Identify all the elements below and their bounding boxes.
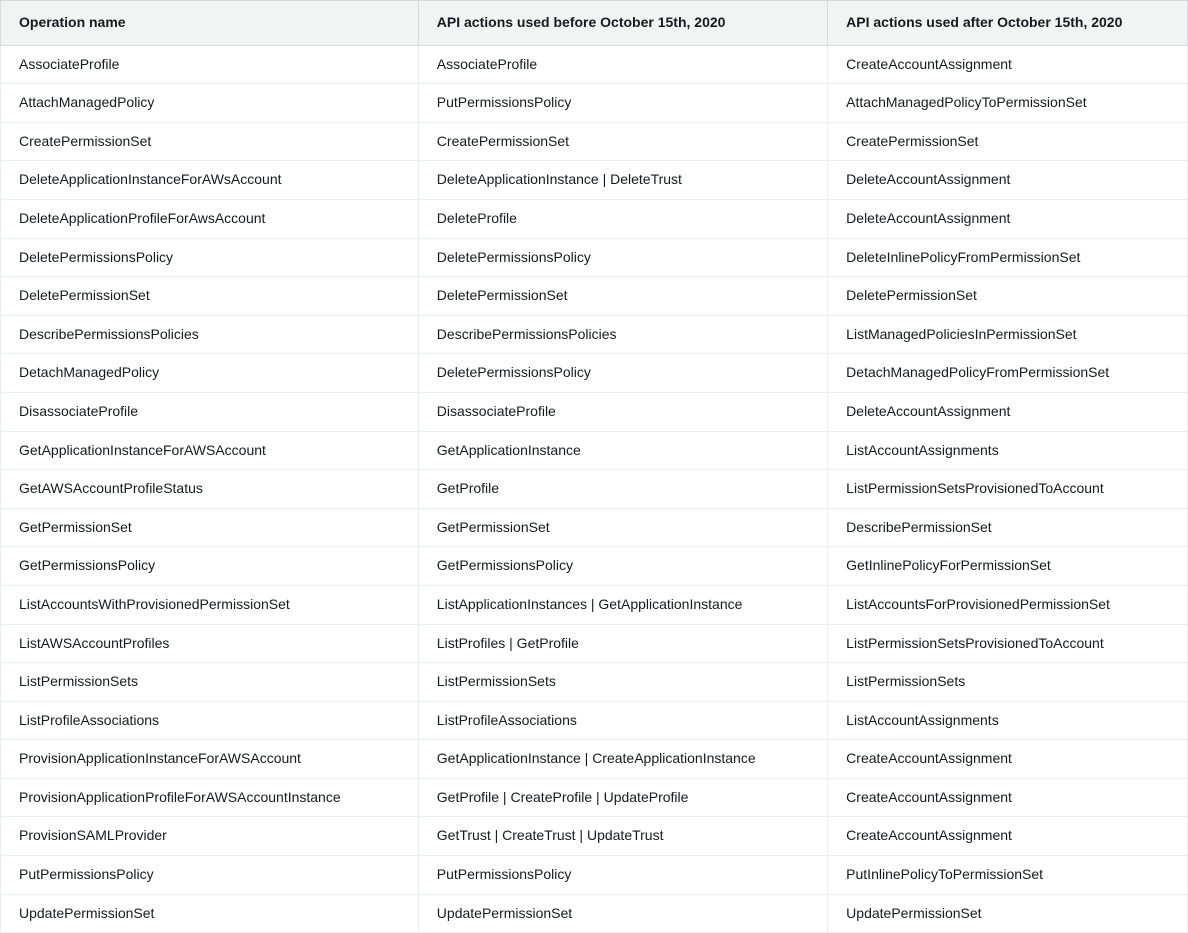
cell-after: CreatePermissionSet [828,122,1188,161]
cell-operation-name: ListAccountsWithProvisionedPermissionSet [1,585,419,624]
table-row: GetAWSAccountProfileStatusGetProfileList… [1,470,1188,509]
table-row: AttachManagedPolicyPutPermissionsPolicyA… [1,84,1188,123]
cell-operation-name: DeleteApplicationProfileForAwsAccount [1,199,419,238]
table-row: ProvisionApplicationInstanceForAWSAccoun… [1,740,1188,779]
cell-operation-name: ListProfileAssociations [1,701,419,740]
cell-operation-name: ProvisionSAMLProvider [1,817,419,856]
cell-operation-name: DisassociateProfile [1,392,419,431]
table-row: DeleteApplicationProfileForAwsAccountDel… [1,199,1188,238]
cell-operation-name: ListAWSAccountProfiles [1,624,419,663]
table-row: ProvisionSAMLProviderGetTrust | CreateTr… [1,817,1188,856]
cell-after: ListAccountsForProvisionedPermissionSet [828,585,1188,624]
cell-before: GetApplicationInstance | CreateApplicati… [418,740,827,779]
cell-operation-name: PutPermissionsPolicy [1,856,419,895]
cell-operation-name: AssociateProfile [1,45,419,84]
cell-operation-name: ProvisionApplicationInstanceForAWSAccoun… [1,740,419,779]
cell-operation-name: UpdatePermissionSet [1,894,419,933]
cell-before: DeletePermissionsPolicy [418,354,827,393]
table-row: DeleteApplicationInstanceForAWsAccountDe… [1,161,1188,200]
table-row: ProvisionApplicationProfileForAWSAccount… [1,778,1188,817]
table-row: ListAccountsWithProvisionedPermissionSet… [1,585,1188,624]
cell-after: ListAccountAssignments [828,701,1188,740]
cell-before: ListApplicationInstances | GetApplicatio… [418,585,827,624]
cell-before: GetApplicationInstance [418,431,827,470]
cell-after: ListPermissionSetsProvisionedToAccount [828,624,1188,663]
cell-operation-name: DeletePermissionsPolicy [1,238,419,277]
cell-after: DescribePermissionSet [828,508,1188,547]
table-body: AssociateProfileAssociateProfileCreateAc… [1,45,1188,933]
cell-after: AttachManagedPolicyToPermissionSet [828,84,1188,123]
cell-before: GetPermissionSet [418,508,827,547]
cell-before: PutPermissionsPolicy [418,84,827,123]
cell-operation-name: ProvisionApplicationProfileForAWSAccount… [1,778,419,817]
table-row: ListAWSAccountProfilesListProfiles | Get… [1,624,1188,663]
table-row: AssociateProfileAssociateProfileCreateAc… [1,45,1188,84]
cell-before: ListProfiles | GetProfile [418,624,827,663]
cell-operation-name: GetAWSAccountProfileStatus [1,470,419,509]
cell-after: DeleteInlinePolicyFromPermissionSet [828,238,1188,277]
cell-before: GetPermissionsPolicy [418,547,827,586]
cell-after: DeletePermissionSet [828,277,1188,316]
cell-before: DescribePermissionsPolicies [418,315,827,354]
cell-after: CreateAccountAssignment [828,740,1188,779]
table-row: GetPermissionsPolicyGetPermissionsPolicy… [1,547,1188,586]
cell-operation-name: CreatePermissionSet [1,122,419,161]
cell-after: UpdatePermissionSet [828,894,1188,933]
cell-operation-name: GetPermissionSet [1,508,419,547]
col-header-before: API actions used before October 15th, 20… [418,1,827,46]
cell-before: UpdatePermissionSet [418,894,827,933]
cell-before: ListProfileAssociations [418,701,827,740]
cell-operation-name: GetApplicationInstanceForAWSAccount [1,431,419,470]
col-header-after: API actions used after October 15th, 202… [828,1,1188,46]
cell-before: DeleteApplicationInstance | DeleteTrust [418,161,827,200]
cell-before: DeletePermissionSet [418,277,827,316]
cell-after: ListPermissionSets [828,663,1188,702]
table-row: PutPermissionsPolicyPutPermissionsPolicy… [1,856,1188,895]
cell-operation-name: DescribePermissionsPolicies [1,315,419,354]
col-header-operation-name: Operation name [1,1,419,46]
cell-after: DetachManagedPolicyFromPermissionSet [828,354,1188,393]
cell-operation-name: DeleteApplicationInstanceForAWsAccount [1,161,419,200]
cell-operation-name: ListPermissionSets [1,663,419,702]
table-row: DescribePermissionsPoliciesDescribePermi… [1,315,1188,354]
table-row: ListProfileAssociationsListProfileAssoci… [1,701,1188,740]
cell-after: PutInlinePolicyToPermissionSet [828,856,1188,895]
cell-after: ListManagedPoliciesInPermissionSet [828,315,1188,354]
cell-after: ListPermissionSetsProvisionedToAccount [828,470,1188,509]
cell-after: GetInlinePolicyForPermissionSet [828,547,1188,586]
cell-after: DeleteAccountAssignment [828,199,1188,238]
table-row: ListPermissionSetsListPermissionSetsList… [1,663,1188,702]
table-row: UpdatePermissionSetUpdatePermissionSetUp… [1,894,1188,933]
table-row: DetachManagedPolicyDeletePermissionsPoli… [1,354,1188,393]
cell-before: DeleteProfile [418,199,827,238]
cell-after: CreateAccountAssignment [828,778,1188,817]
cell-operation-name: DetachManagedPolicy [1,354,419,393]
cell-operation-name: GetPermissionsPolicy [1,547,419,586]
cell-before: PutPermissionsPolicy [418,856,827,895]
cell-operation-name: AttachManagedPolicy [1,84,419,123]
cell-after: DeleteAccountAssignment [828,392,1188,431]
cell-before: CreatePermissionSet [418,122,827,161]
table-row: DeletePermissionsPolicyDeletePermissions… [1,238,1188,277]
table-row: CreatePermissionSetCreatePermissionSetCr… [1,122,1188,161]
table-row: GetApplicationInstanceForAWSAccountGetAp… [1,431,1188,470]
cell-after: ListAccountAssignments [828,431,1188,470]
cell-before: ListPermissionSets [418,663,827,702]
cell-before: DeletePermissionsPolicy [418,238,827,277]
table-row: DisassociateProfileDisassociateProfileDe… [1,392,1188,431]
cell-after: CreateAccountAssignment [828,817,1188,856]
cell-before: GetProfile | CreateProfile | UpdateProfi… [418,778,827,817]
table-header: Operation name API actions used before O… [1,1,1188,46]
cell-before: GetProfile [418,470,827,509]
cell-after: CreateAccountAssignment [828,45,1188,84]
cell-before: AssociateProfile [418,45,827,84]
table-row: DeletePermissionSetDeletePermissionSetDe… [1,277,1188,316]
table-row: GetPermissionSetGetPermissionSetDescribe… [1,508,1188,547]
cell-after: DeleteAccountAssignment [828,161,1188,200]
api-actions-table: Operation name API actions used before O… [0,0,1188,933]
cell-before: DisassociateProfile [418,392,827,431]
cell-operation-name: DeletePermissionSet [1,277,419,316]
cell-before: GetTrust | CreateTrust | UpdateTrust [418,817,827,856]
